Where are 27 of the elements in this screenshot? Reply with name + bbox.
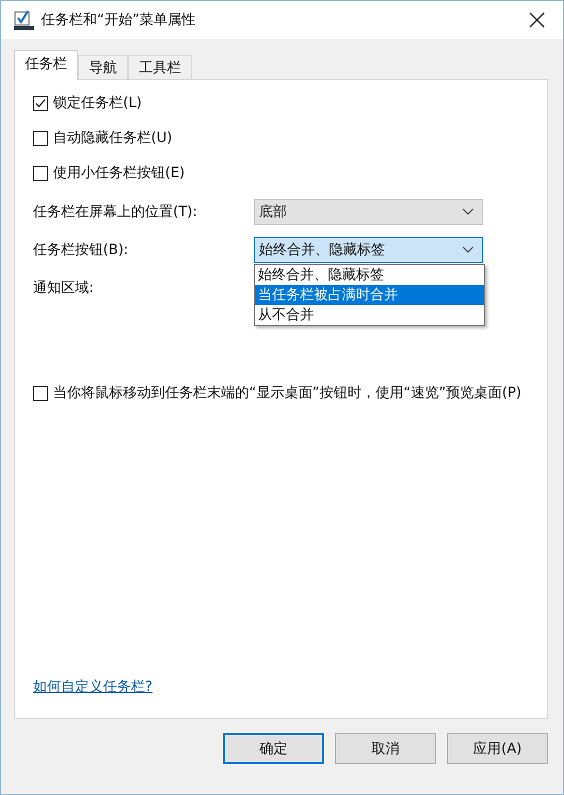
field-label: 任务栏在屏幕上的位置(T): xyxy=(33,203,198,221)
checkbox-label: 使用小任务栏按钮(E) xyxy=(53,164,185,182)
dropdown-option[interactable]: 当任务栏被占满时合并 xyxy=(255,285,484,305)
tab[interactable]: 任务栏 xyxy=(14,50,78,80)
help-link[interactable]: 如何自定义任务栏? xyxy=(33,678,152,696)
tab[interactable]: 导航 xyxy=(78,55,128,79)
tab[interactable]: 工具栏 xyxy=(128,55,192,79)
dropdown-option[interactable]: 从不合并 xyxy=(255,305,484,325)
checkbox-label: 自动隐藏任务栏(U) xyxy=(53,129,172,147)
checkbox-label: 当你将鼠标移动到任务栏末端的“显示桌面”按钮时，使用“速览”预览桌面(P) xyxy=(53,384,522,402)
app-icon xyxy=(13,9,35,31)
checkbox[interactable] xyxy=(33,166,48,180)
checkbox[interactable] xyxy=(33,96,48,110)
close-icon[interactable] xyxy=(529,12,545,28)
dialog-button[interactable]: 确定 xyxy=(223,733,324,764)
checkbox-label: 锁定任务栏(L) xyxy=(53,94,142,112)
dropdown[interactable]: 始终合并、隐藏标签 xyxy=(254,237,483,263)
field-label: 任务栏按钮(B): xyxy=(33,241,130,259)
checkbox[interactable] xyxy=(33,130,48,146)
dialog-button[interactable]: 取消 xyxy=(335,733,436,764)
checkbox[interactable] xyxy=(33,386,48,400)
window-title: 任务栏和“开始”菜单属性 xyxy=(41,11,197,29)
dialog-button[interactable]: 应用(A) xyxy=(447,733,548,764)
chevron-icon xyxy=(462,208,474,216)
field-label: 通知区域: xyxy=(33,279,95,297)
dropdown-option[interactable]: 始终合并、隐藏标签 xyxy=(255,265,484,285)
chevron-icon xyxy=(462,246,474,254)
